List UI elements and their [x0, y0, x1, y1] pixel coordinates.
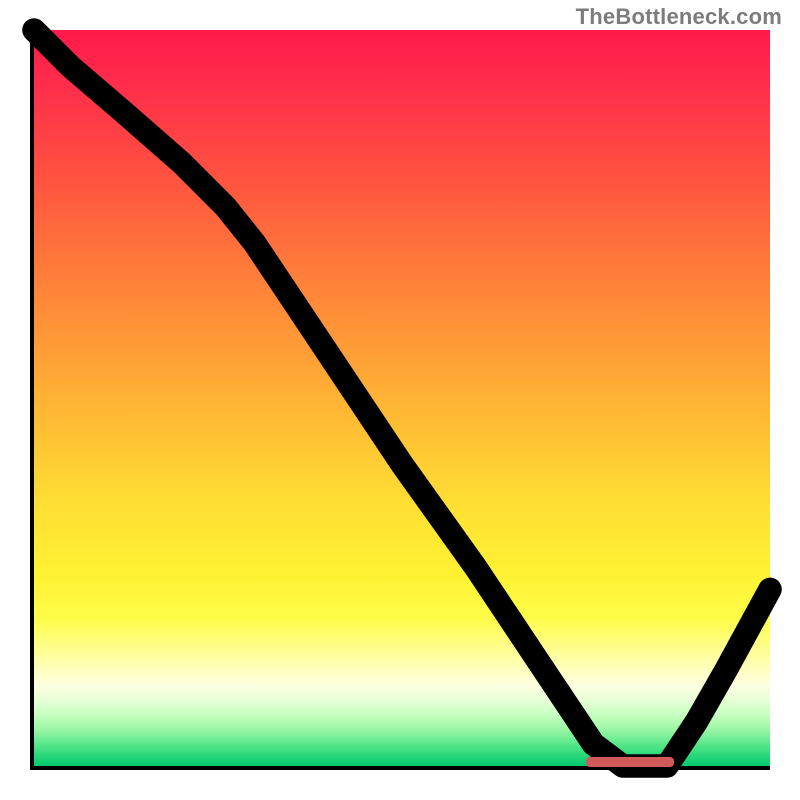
- curve-path: [34, 30, 770, 766]
- chart-container: TheBottleneck.com: [0, 0, 800, 800]
- optimal-range-marker: [586, 757, 674, 767]
- plot-area: [30, 30, 770, 770]
- line-series: [34, 30, 770, 766]
- watermark-text: TheBottleneck.com: [576, 4, 782, 30]
